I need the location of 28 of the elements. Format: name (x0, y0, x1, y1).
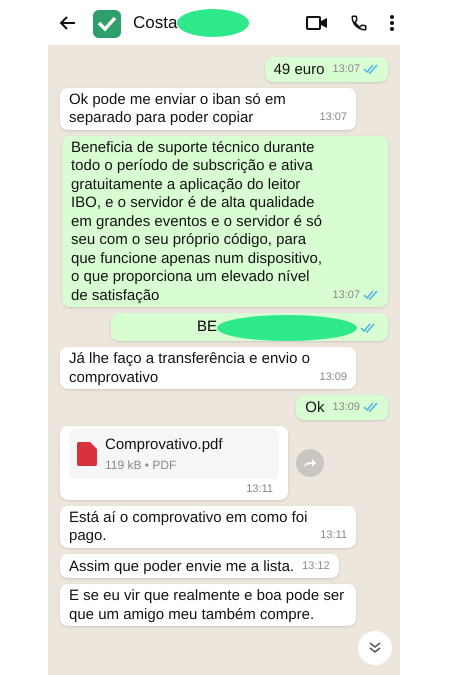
forward-icon (303, 458, 317, 468)
message-time: 13:07 (319, 110, 347, 125)
message-time: 13:12 (302, 558, 330, 574)
contact-name[interactable]: Costa (133, 10, 178, 36)
message-time: 13:11 (320, 528, 347, 543)
message-text: Assim que poder envie me a lista. (69, 558, 294, 576)
phone-icon[interactable] (350, 14, 368, 32)
message-text: Ok pode me enviar o iban só em separado para poder copiar (69, 90, 287, 128)
message-time: 13:11 (246, 482, 273, 497)
message-text: Ok (305, 399, 324, 418)
more-options-icon[interactable] (390, 14, 394, 30)
message-time: 13:09 (319, 370, 347, 384)
message-time: 13:09 (332, 400, 360, 415)
message-text: BE (196, 317, 217, 338)
message-text: Beneficia de suporte técnico durante todo o período de subscrição e ativa gratuitamente a aplicação do leitor IBO, e o servidor é de alta qualidade em grandes eventos e o servidor é só seu com o seu próprio código, para que funcione apenas num dispositivo, o que proporciona um elevado nível de satisfação (71, 138, 324, 305)
video-call-icon[interactable] (306, 14, 328, 30)
file-details: 119 kB • PDF (105, 457, 178, 474)
file-name: Comprovativo.pdf (105, 434, 223, 454)
scroll-down-button[interactable] (358, 631, 392, 665)
message-text: 49 euro (274, 61, 324, 80)
file-attachment[interactable]: Comprovativo.pdf 119 kB • PDF (69, 428, 279, 479)
message-time: 13:07 (332, 288, 360, 302)
message-text: Já lhe faço a transferência e envio o comprovativo (69, 350, 311, 387)
double-chevron-icon (369, 642, 381, 654)
message-text: Está aí o comprovativo em como foi pago. (69, 508, 308, 546)
message-time: 13:07 (332, 62, 360, 77)
message-text: E se eu vir que realmente e boa pode ser que um amigo meu também compre. (69, 587, 346, 624)
pdf-file-icon (77, 442, 97, 466)
